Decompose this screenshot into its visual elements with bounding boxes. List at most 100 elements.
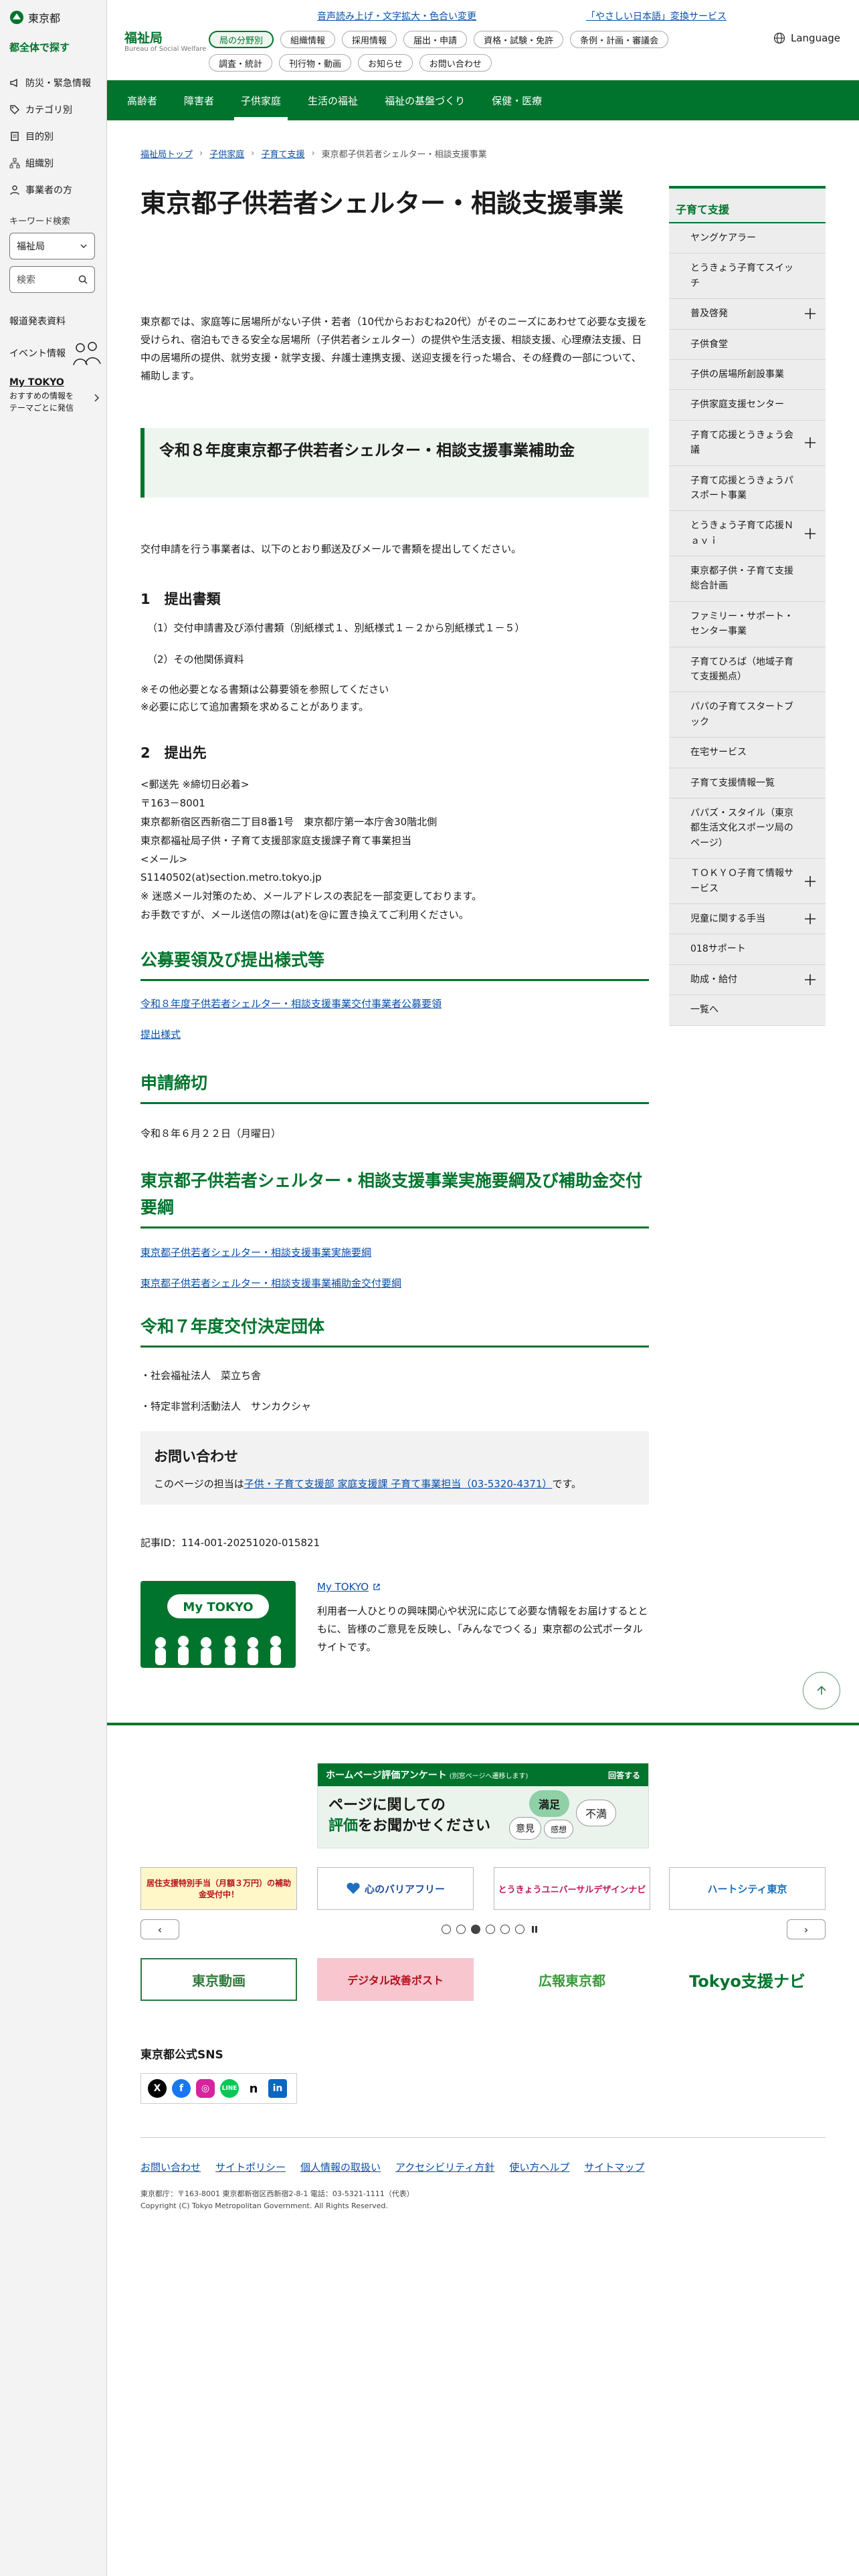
local-nav-item[interactable]: 子育て応援とうきょうパスポート事業 — [669, 466, 826, 512]
local-nav-item[interactable]: 018サポート — [669, 934, 826, 965]
expand-plus-icon[interactable] — [803, 911, 818, 926]
portal-tokyo-video[interactable]: 東京動画 — [140, 1958, 297, 2001]
local-nav-item[interactable]: とうきょう子育てスイッチ — [669, 253, 826, 300]
linkedin-icon[interactable]: in — [268, 2079, 287, 2098]
easy-japanese-link[interactable]: 「やさしい日本語」変換サービス — [586, 9, 727, 23]
footer-link-help[interactable]: 使い方ヘルプ — [509, 2160, 569, 2174]
chip-publications[interactable]: 刊行物・動画 — [279, 54, 352, 72]
carousel-dot[interactable] — [456, 1925, 466, 1934]
survey-banner[interactable]: ホームページ評価アンケート (別窓ページへ遷移します) 回答する ページに関しての… — [317, 1763, 649, 1848]
sidebar-item-business[interactable]: 事業者の方 — [9, 177, 100, 203]
sidebar-item-disaster[interactable]: 防災・緊急情報 — [9, 70, 100, 96]
chip-survey-stats[interactable]: 調査・統計 — [209, 54, 273, 72]
back-to-top-button[interactable] — [803, 1672, 840, 1709]
expand-plus-icon[interactable] — [803, 306, 818, 321]
bureau-name[interactable]: 福祉局 — [124, 28, 163, 46]
gnav-disability[interactable]: 障害者 — [171, 80, 227, 120]
footer-link-sitemap[interactable]: サイトマップ — [584, 2160, 644, 2174]
mytokyo-link[interactable]: My TOKYO おすすめの情報を テーマごとに発信 — [9, 376, 103, 414]
portal-dx-post[interactable]: デジタル改善ポスト — [317, 1958, 474, 2001]
mytokyo-text-link[interactable]: My TOKYO — [317, 1581, 381, 1593]
carousel-dot[interactable] — [442, 1925, 451, 1934]
portal-support-navi[interactable]: Tokyo支援ナビ — [669, 1958, 826, 2001]
local-nav-heading[interactable]: 子育て支援 — [669, 186, 826, 223]
footer-link-accessibility[interactable]: アクセシビリティ方針 — [395, 2160, 494, 2174]
footer-link-site-policy[interactable]: サイトポリシー — [215, 2160, 286, 2174]
chip-ordinance[interactable]: 条例・計画・審議会 — [570, 31, 669, 48]
search-icon[interactable] — [78, 275, 88, 284]
chip-field[interactable]: 局の分野別 — [209, 31, 274, 48]
tokyo-logo[interactable]: 東京都 — [9, 9, 60, 25]
local-nav-item[interactable]: 一覧へ — [669, 995, 826, 1026]
local-nav-item[interactable]: 児童に関する手当 — [669, 904, 826, 935]
inquiry-contact-link[interactable]: 子供・子育て支援部 家庭支援課 子育て事業担当（03-5320-4371） — [244, 1478, 553, 1490]
local-nav-item[interactable]: 在宅サービス — [669, 738, 826, 768]
bureau-select[interactable]: 福祉局 — [9, 233, 95, 259]
mytokyo-banner[interactable]: My TOKYO — [140, 1581, 296, 1668]
footer-link-contact[interactable]: お問い合わせ — [140, 2160, 201, 2174]
expand-plus-icon[interactable] — [803, 526, 818, 541]
local-nav-item[interactable]: 助成・給付 — [669, 965, 826, 996]
pause-icon[interactable] — [530, 1925, 539, 1934]
local-nav-item[interactable]: ヤングケアラー — [669, 223, 826, 254]
local-nav-item[interactable]: 東京都子供・子育て支援総合計画 — [669, 556, 826, 602]
banner-heart-city[interactable]: ハートシティ東京 — [669, 1867, 826, 1910]
line-icon[interactable]: LINE — [220, 2079, 239, 2098]
local-nav-item[interactable]: 子供の居場所創設事業 — [669, 360, 826, 391]
carousel-dot-active[interactable] — [471, 1925, 480, 1934]
local-nav-item[interactable]: とうきょう子育て応援Ｎａｖｉ — [669, 511, 826, 557]
banner-universal-design[interactable]: とうきょうユニバーサルデザインナビ — [494, 1867, 650, 1910]
chip-news[interactable]: お知らせ — [358, 54, 413, 72]
gnav-health-medical[interactable]: 保健・医療 — [478, 80, 555, 120]
forms-link[interactable]: 提出様式 — [140, 1027, 181, 1041]
guidelines-link[interactable]: 令和８年度子供若者シェルター・相談支援事業交付事業者公募要領 — [140, 996, 442, 1010]
chip-contact[interactable]: お問い合わせ — [419, 54, 492, 72]
implementation-outline-link[interactable]: 東京都子供若者シェルター・相談支援事業実施要綱 — [140, 1245, 371, 1259]
subsidy-outline-link[interactable]: 東京都子供若者シェルター・相談支援事業補助金交付要綱 — [140, 1276, 401, 1290]
local-nav-item[interactable]: 子育て応援とうきょう会議 — [669, 421, 826, 466]
local-nav-item[interactable]: 子育て支援情報一覧 — [669, 768, 826, 798]
local-nav-item[interactable]: パパズ・スタイル（東京都生活文化スポーツ局のページ） — [669, 798, 826, 859]
local-nav-item[interactable]: ファミリー・サポート・センター事業 — [669, 602, 826, 647]
portal-koho-tokyo[interactable]: 広報東京都 — [494, 1958, 650, 2001]
x-icon[interactable]: X — [148, 2079, 167, 2098]
local-nav-item[interactable]: 普及啓発 — [669, 299, 826, 330]
event-info-link[interactable]: イベント情報 — [9, 340, 103, 366]
footer-link-privacy[interactable]: 個人情報の取扱い — [300, 2160, 381, 2174]
expand-plus-icon[interactable] — [803, 972, 818, 987]
sidebar-item-category[interactable]: カテゴリ別 — [9, 96, 100, 123]
sidebar-item-purpose[interactable]: 目的別 — [9, 123, 100, 150]
gnav-children-family[interactable]: 子供家庭 — [227, 80, 294, 120]
search-input[interactable]: 検索 — [9, 266, 95, 293]
expand-plus-icon[interactable] — [803, 435, 818, 450]
chip-license[interactable]: 資格・試験・免許 — [474, 31, 564, 48]
gnav-living-welfare[interactable]: 生活の福祉 — [294, 80, 371, 120]
local-nav-item[interactable]: ＴＯＫＹＯ子育て情報サービス — [669, 859, 826, 904]
chip-application[interactable]: 届出・申請 — [403, 31, 468, 48]
note-icon[interactable]: n — [244, 2079, 263, 2098]
carousel-next-button[interactable]: › — [787, 1919, 826, 1939]
local-nav-item[interactable]: 子供家庭支援センター — [669, 390, 826, 421]
carousel-prev-button[interactable]: ‹ — [140, 1919, 179, 1939]
local-nav-item[interactable]: 子育てひろば（地域子育て支援拠点） — [669, 647, 826, 693]
chip-recruit[interactable]: 採用情報 — [342, 31, 397, 48]
breadcrumb-home[interactable]: 福祉局トップ — [140, 147, 193, 160]
banner-barrier-free[interactable]: 心のバリアフリー — [317, 1867, 474, 1910]
expand-plus-icon[interactable] — [803, 874, 818, 889]
breadcrumb-children-family[interactable]: 子供家庭 — [209, 147, 244, 160]
carousel-dot[interactable] — [515, 1925, 524, 1934]
language-button[interactable]: Language — [773, 32, 840, 44]
banner-housing-allowance[interactable]: 居住支援特別手当（月額３万円）の補助金受付中！ — [140, 1867, 297, 1910]
local-nav-item[interactable]: 子供食堂 — [669, 330, 826, 360]
gnav-elderly[interactable]: 高齢者 — [114, 80, 171, 120]
local-nav-item[interactable]: パパの子育てスタートブック — [669, 692, 826, 738]
facebook-icon[interactable]: f — [172, 2079, 191, 2098]
accessibility-tools-link[interactable]: 音声読み上げ・文字拡大・色合い変更 — [317, 9, 476, 23]
carousel-dot[interactable] — [486, 1925, 495, 1934]
chip-organization[interactable]: 組織情報 — [280, 31, 336, 48]
breadcrumb-childcare-support[interactable]: 子育て支援 — [261, 147, 304, 160]
press-release-link[interactable]: 報道発表資料 — [9, 314, 66, 328]
gnav-welfare-base[interactable]: 福祉の基盤づくり — [371, 80, 478, 120]
sidebar-item-organization[interactable]: 組織別 — [9, 150, 100, 177]
carousel-dot[interactable] — [500, 1925, 510, 1934]
